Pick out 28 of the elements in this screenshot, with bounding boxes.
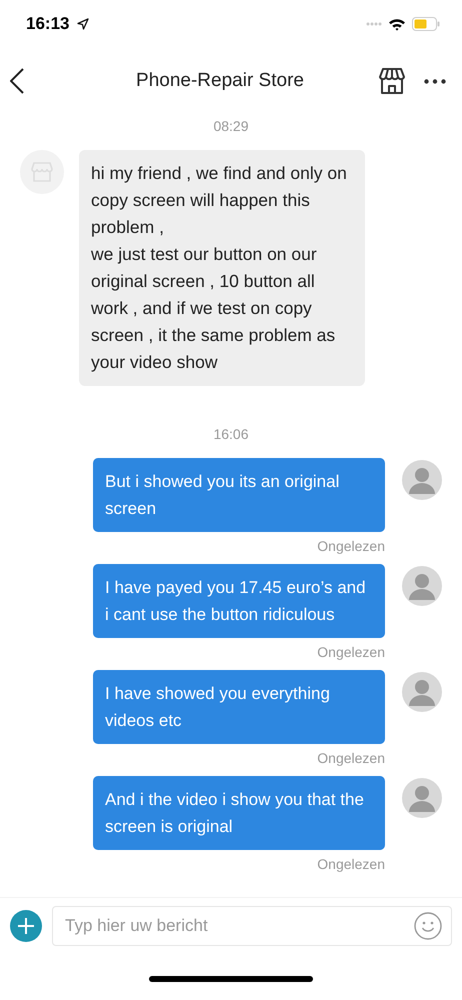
message-status: Ongelezen: [317, 856, 385, 872]
wifi-icon: [388, 18, 406, 30]
outgoing-message: And i the video i show you that the screen is original: [93, 776, 385, 850]
outgoing-message: But i showed you its an original screen: [93, 458, 385, 532]
user-avatar: [402, 778, 442, 818]
chat-timestamp: 08:29: [213, 118, 249, 134]
battery-icon: [412, 17, 440, 31]
signal-icon: [366, 22, 382, 26]
message-status: Ongelezen: [317, 538, 385, 554]
user-avatar: [402, 672, 442, 712]
status-time: 16:13: [26, 14, 70, 34]
incoming-message: hi my friend , we find and only on copy screen will happen this problem , we just test our button on our original screen , 10 button all work , and if we test on copy screen , it the same problem as your video show: [79, 150, 365, 386]
message-input[interactable]: Typ hier uw bericht: [52, 906, 452, 946]
more-icon[interactable]: [424, 78, 446, 84]
user-avatar: [402, 566, 442, 606]
location-arrow-icon: [77, 18, 90, 30]
add-button[interactable]: [10, 910, 42, 942]
chat-title: Phone-Repair Store: [135, 70, 305, 92]
outgoing-message: I have payed you 17.45 euro’s and i cant use the button ridiculous: [93, 564, 385, 638]
outgoing-message: I have showed you everything videos etc: [93, 670, 385, 744]
message-status: Ongelezen: [317, 644, 385, 660]
chat-timestamp: 16:06: [213, 426, 249, 442]
back-icon[interactable]: [10, 68, 24, 94]
store-avatar: [20, 150, 64, 194]
message-status: Ongelezen: [317, 750, 385, 766]
store-icon[interactable]: [378, 67, 406, 95]
user-avatar: [402, 460, 442, 500]
emoji-icon[interactable]: [414, 912, 442, 940]
